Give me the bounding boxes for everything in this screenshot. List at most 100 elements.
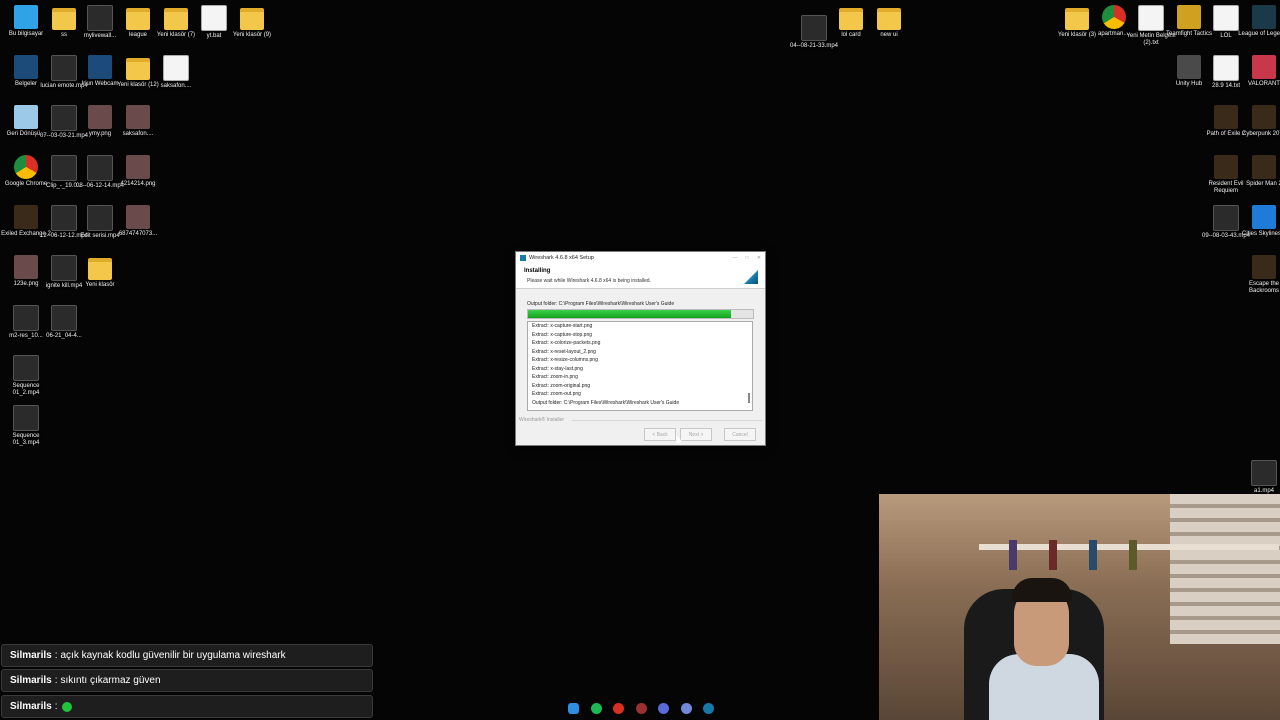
installing-heading: Installing — [524, 268, 551, 274]
log-line: Extract: zoom-out.png — [532, 391, 581, 397]
unity-icon — [1177, 55, 1201, 79]
desktop-icon[interactable]: Cities Skylines II — [1238, 205, 1280, 238]
video-file-icon — [1213, 205, 1239, 231]
installing-subheading: Please wait while Wireshark 4.6.8 x64 is… — [527, 278, 651, 284]
desktop-icon-label: 6874747073... — [118, 231, 158, 237]
desktop-icon[interactable]: Escape the Backrooms — [1238, 255, 1280, 295]
action-figure — [1089, 540, 1097, 570]
desktop-icon[interactable]: VALORANT — [1238, 55, 1280, 88]
chat-separator: : — [54, 650, 58, 661]
discord-icon[interactable] — [680, 703, 692, 714]
wireshark-icon[interactable] — [703, 703, 714, 714]
desktop-icon[interactable]: a1.mp4 — [1238, 460, 1280, 495]
desktop-icon-label: Cities Skylines II — [1241, 231, 1280, 237]
log-line: Extract: x-resize-columns.png — [532, 357, 598, 363]
image-file-icon — [126, 205, 150, 229]
game-icon — [1214, 155, 1238, 179]
folder-icon — [839, 8, 863, 30]
folder-icon — [240, 8, 264, 30]
video-file-icon — [87, 205, 113, 231]
next-button[interactable]: Next > — [680, 428, 712, 441]
video-file-icon — [51, 305, 77, 331]
chat-message: Silmarils : sıkıntı çıkarmaz güven — [1, 669, 373, 692]
chat-separator: : — [54, 675, 58, 686]
desktop-icon-label: Sequence 01_2.mp4 — [12, 383, 40, 396]
install-log-list[interactable]: Extract: x-capture-start.png Extract: x-c… — [527, 321, 753, 411]
dialog-titlebar[interactable]: Wireshark 4.6.8 x64 Setup — □ ✕ — [516, 252, 765, 264]
desktop-icon-label: 4214214.png — [120, 181, 156, 187]
log-scrollbar[interactable] — [748, 393, 750, 403]
obs-icon[interactable] — [635, 703, 647, 714]
desktop-icon[interactable]: League of Legends — [1238, 5, 1280, 38]
chat-separator: : — [54, 701, 58, 712]
desktop-icon-label: Spider Man 2 — [1246, 181, 1280, 187]
image-file-icon — [14, 255, 38, 279]
desktop-icon[interactable]: 6874747073... — [112, 205, 164, 238]
maximize-button[interactable]: □ — [741, 255, 753, 261]
desktop-icon[interactable]: Yeni klasör — [74, 255, 126, 289]
desktop-icon-label: Yeni klasör (9) — [232, 32, 272, 38]
desktop-icon[interactable]: Cyberpunk 2077 — [1238, 105, 1280, 138]
desktop-icon-label: VALORANT — [1248, 81, 1280, 87]
video-file-icon — [13, 355, 39, 381]
minimize-button[interactable]: — — [729, 255, 741, 261]
game-icon — [1214, 105, 1238, 129]
install-progress-bar — [527, 309, 754, 319]
chat-message: Silmarils : açık kaynak kodlu güvenilir … — [1, 644, 373, 667]
game-icon — [1252, 255, 1276, 279]
chat-username: Silmarils — [10, 675, 52, 686]
text-file-icon — [1213, 55, 1239, 81]
video-file-icon — [13, 405, 39, 431]
green-emote-icon — [62, 701, 73, 712]
window-blind — [1170, 494, 1280, 644]
desktop-icon-label: 06-21_04-4... — [46, 333, 82, 339]
log-line: Extract: zoom-original.png — [532, 382, 591, 389]
folder-icon — [164, 8, 188, 30]
app-icon[interactable] — [658, 703, 669, 714]
chat-text: sıkıntı çıkarmaz güven — [60, 675, 161, 686]
desktop-icon[interactable]: Sequence 01_2.mp4 — [0, 355, 52, 397]
batch-file-icon — [201, 5, 227, 31]
desktop-icon[interactable]: 4214214.png — [112, 155, 164, 188]
desktop-icon-label: Escape the Backrooms — [1248, 281, 1280, 294]
folder-icon — [126, 8, 150, 30]
dialog-header: Installing Please wait while Wireshark 4… — [516, 264, 765, 289]
desktop-icon[interactable]: Yeni klasör (9) — [226, 5, 278, 39]
chrome-icon — [1102, 5, 1126, 29]
spotify-icon[interactable] — [590, 703, 602, 714]
valorant-icon — [1252, 55, 1276, 79]
desktop-icon[interactable]: Sequence 01_3.mp4 — [0, 405, 52, 447]
image-file-icon — [126, 105, 150, 129]
cities-icon — [1252, 205, 1276, 229]
chat-message: Silmarils : — [1, 695, 373, 718]
desktop-icon[interactable]: Spider Man 2 — [1238, 155, 1280, 188]
webcam-app-icon — [88, 55, 112, 79]
wireshark-setup-dialog: Wireshark 4.6.8 x64 Setup — □ ✕ Installi… — [515, 251, 766, 446]
desktop-icon[interactable]: new ui — [863, 5, 915, 39]
action-figure — [1009, 540, 1017, 570]
documents-icon — [14, 55, 38, 79]
game-icon — [1252, 155, 1276, 179]
text-file-icon — [1213, 5, 1239, 31]
back-button[interactable]: < Back — [644, 428, 676, 441]
cancel-button[interactable]: Cancel — [724, 428, 756, 441]
wireshark-icon — [520, 255, 526, 261]
log-line: Extract: zoom-in.png — [532, 374, 578, 380]
desktop-icon[interactable]: saksafon.... — [112, 105, 164, 138]
start-icon[interactable] — [568, 703, 579, 714]
chrome-icon[interactable] — [613, 703, 624, 714]
audio-file-icon — [163, 55, 189, 81]
close-button[interactable]: ✕ — [753, 255, 765, 261]
desktop-icon[interactable]: saksafon.... — [150, 55, 202, 90]
installer-brand: Wireshark® Installer — [519, 417, 565, 423]
output-folder-label: Output folder: C:\Program Files\Wireshar… — [527, 301, 675, 307]
desktop-icon[interactable]: 06-21_04-4... — [38, 305, 90, 340]
action-figure — [1049, 540, 1057, 570]
chrome-icon — [14, 155, 38, 179]
game-icon — [14, 205, 38, 229]
chat-username: Silmarils — [10, 650, 52, 661]
log-line: Extract: x-stay-last.png — [532, 365, 583, 372]
chat-username: Silmarils — [10, 701, 52, 712]
divider — [572, 420, 762, 421]
video-file-icon — [87, 5, 113, 31]
